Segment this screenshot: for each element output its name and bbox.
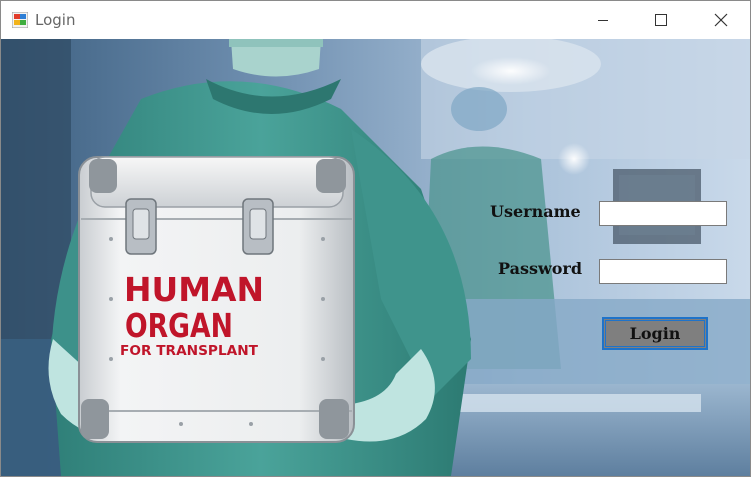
window-title: Login bbox=[35, 11, 76, 29]
username-input[interactable] bbox=[599, 201, 727, 226]
close-button[interactable] bbox=[692, 1, 750, 39]
title-bar: Login bbox=[1, 1, 750, 39]
operating-room-background-image: HUMAN ORGAN FOR TRANSPLANT bbox=[1, 39, 750, 476]
case-label-human: HUMAN bbox=[124, 270, 264, 309]
maximize-icon bbox=[655, 14, 667, 26]
login-button[interactable]: Login bbox=[602, 317, 708, 350]
login-window: Login HUMAN ORGAN FOR TRANSPLANT Usernam… bbox=[0, 0, 751, 477]
minimize-icon bbox=[598, 20, 608, 21]
app-icon bbox=[12, 12, 28, 28]
password-label: Password bbox=[498, 259, 583, 278]
case-label-for-transplant: FOR TRANSPLANT bbox=[120, 344, 258, 359]
close-icon bbox=[714, 13, 728, 27]
case-label-organ: ORGAN bbox=[125, 306, 233, 345]
username-label: Username bbox=[490, 202, 581, 221]
minimize-button[interactable] bbox=[574, 1, 632, 39]
maximize-button[interactable] bbox=[632, 1, 690, 39]
login-content: HUMAN ORGAN FOR TRANSPLANT Username Pass… bbox=[1, 39, 750, 476]
password-input[interactable] bbox=[599, 259, 727, 284]
